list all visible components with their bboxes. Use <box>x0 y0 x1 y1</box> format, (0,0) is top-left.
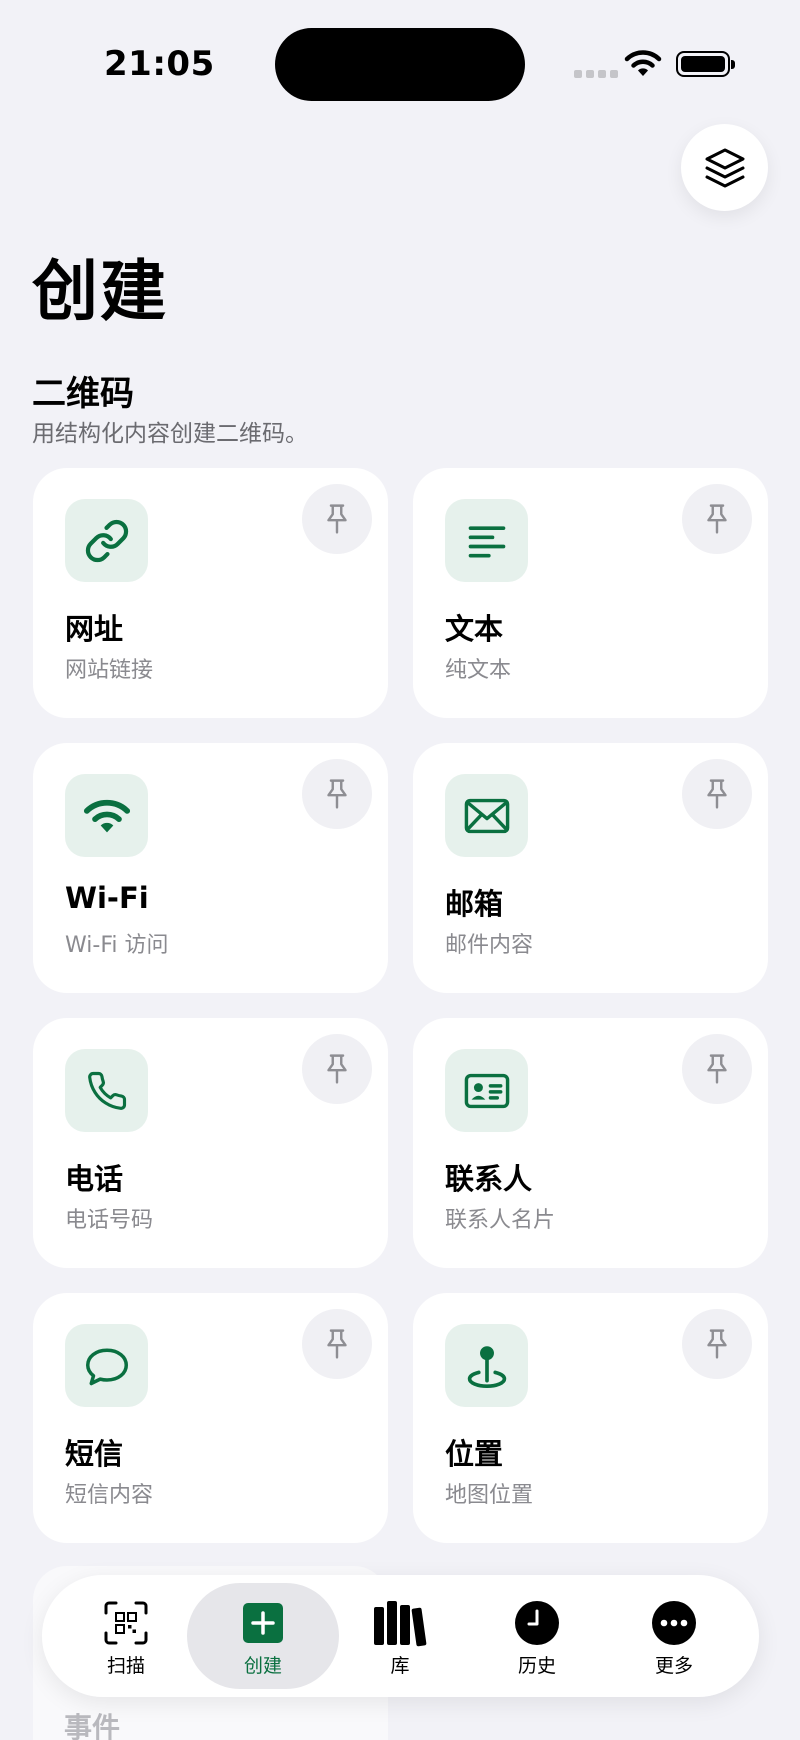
tab-label: 库 <box>390 1655 410 1677</box>
pin-button[interactable] <box>302 1034 372 1104</box>
pin-icon <box>707 1054 727 1084</box>
pin-icon <box>327 779 347 809</box>
card-subtitle: 联系人名片 <box>445 1208 556 1233</box>
card-title: 邮箱 <box>445 887 504 921</box>
card-icon-tile <box>65 1049 148 1132</box>
ellipsis-icon <box>652 1601 696 1645</box>
wifi-icon <box>83 799 130 832</box>
pin-icon <box>327 1329 347 1359</box>
card-title: 短信 <box>65 1437 124 1471</box>
card-sms[interactable]: 短信 短信内容 <box>33 1293 388 1543</box>
phone-icon <box>87 1071 126 1110</box>
pin-button[interactable] <box>682 1309 752 1379</box>
card-subtitle: 纯文本 <box>445 658 512 683</box>
tab-create[interactable]: 创建 <box>187 1583 339 1689</box>
card-icon-tile <box>445 1049 528 1132</box>
tab-label: 更多 <box>654 1655 693 1677</box>
tab-label: 历史 <box>517 1655 556 1677</box>
pin-icon <box>707 1329 727 1359</box>
pin-icon <box>327 504 347 534</box>
card-phone[interactable]: 电话 电话号码 <box>33 1018 388 1268</box>
card-email[interactable]: 邮箱 邮件内容 <box>413 743 768 993</box>
tab-label: 创建 <box>243 1655 282 1677</box>
card-location[interactable]: 位置 地图位置 <box>413 1293 768 1543</box>
clock-icon <box>515 1601 559 1645</box>
pin-button[interactable] <box>682 1034 752 1104</box>
tab-history[interactable]: 历史 <box>461 1583 613 1689</box>
card-wifi[interactable]: Wi-Fi Wi-Fi 访问 <box>33 743 388 993</box>
card-title: 网址 <box>65 612 124 646</box>
tab-more[interactable]: 更多 <box>598 1583 750 1689</box>
card-subtitle: 网站链接 <box>65 658 154 683</box>
wifi-status-icon <box>624 50 662 76</box>
card-subtitle: 短信内容 <box>65 1483 154 1508</box>
tab-bar: 扫描 创建 库 历史 更多 <box>42 1575 759 1697</box>
plus-square-icon <box>243 1603 283 1643</box>
pin-button[interactable] <box>302 1309 372 1379</box>
card-icon-tile <box>445 1324 528 1407</box>
qr-scan-icon <box>104 1601 148 1645</box>
card-icon-tile <box>65 1324 148 1407</box>
card-text[interactable]: 文本 纯文本 <box>413 468 768 718</box>
pin-icon <box>707 779 727 809</box>
card-url[interactable]: 网址 网站链接 <box>33 468 388 718</box>
card-title: 文本 <box>445 612 504 646</box>
battery-icon <box>676 51 735 77</box>
card-icon-tile <box>65 499 148 582</box>
layers-icon <box>705 148 744 187</box>
contact-card-icon <box>464 1073 509 1108</box>
dynamic-island <box>275 28 525 101</box>
pin-button[interactable] <box>682 759 752 829</box>
card-title: 位置 <box>445 1437 504 1471</box>
location-pin-icon <box>467 1345 506 1388</box>
card-title: 事件 <box>64 1711 121 1740</box>
page-title: 创建 <box>32 253 168 330</box>
card-title: Wi-Fi <box>65 881 149 915</box>
status-time: 21:05 <box>104 44 215 84</box>
card-subtitle: 电话号码 <box>65 1208 154 1233</box>
tab-label: 扫描 <box>106 1655 145 1677</box>
link-icon <box>85 519 128 562</box>
pin-button[interactable] <box>302 484 372 554</box>
envelope-icon <box>464 798 509 833</box>
card-title: 电话 <box>65 1162 124 1196</box>
card-subtitle: 地图位置 <box>445 1483 534 1508</box>
text-lines-icon <box>468 525 505 557</box>
section-subtitle: 用结构化内容创建二维码。 <box>32 421 308 447</box>
tab-scan[interactable]: 扫描 <box>50 1583 202 1689</box>
tab-library[interactable]: 库 <box>324 1583 476 1689</box>
card-subtitle: Wi-Fi 访问 <box>65 933 169 958</box>
section-title: 二维码 <box>32 374 134 414</box>
card-icon-tile <box>445 774 528 857</box>
books-icon <box>374 1601 427 1647</box>
pin-icon <box>707 504 727 534</box>
pin-button[interactable] <box>302 759 372 829</box>
message-bubble-icon <box>85 1348 128 1385</box>
pin-icon <box>327 1054 347 1084</box>
card-icon-tile <box>65 774 148 857</box>
pin-button[interactable] <box>682 484 752 554</box>
card-icon-tile <box>445 499 528 582</box>
status-bar: 21:05 <box>0 0 800 110</box>
cellular-signal-icon <box>574 70 618 78</box>
card-title: 联系人 <box>445 1162 533 1196</box>
card-subtitle: 邮件内容 <box>445 933 534 958</box>
card-contact[interactable]: 联系人 联系人名片 <box>413 1018 768 1268</box>
layers-button[interactable] <box>681 124 768 211</box>
